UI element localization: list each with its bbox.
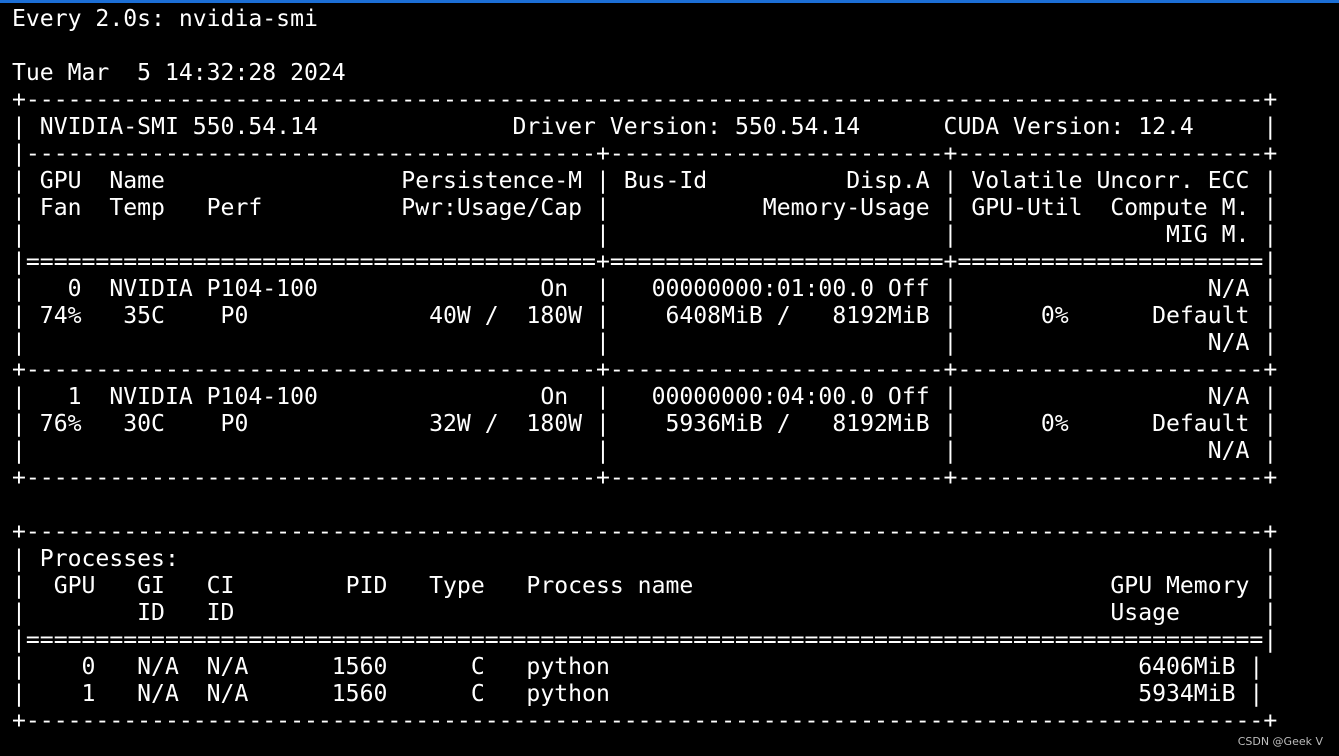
table-border-top: +---------------------------------------… <box>12 87 1278 113</box>
window-top-border <box>0 0 1339 3</box>
gpu-separator: +---------------------------------------… <box>12 357 1278 383</box>
gpu-header-row-2: | Fan Temp Perf Pwr:Usage/Cap | Memory-U… <box>12 195 1278 221</box>
processes-border-bottom: +---------------------------------------… <box>12 708 1278 734</box>
terminal-window[interactable]: Every 2.0s: nvidia-smi Tue Mar 5 14:32:28… <box>0 0 1339 756</box>
smi-version-row: | NVIDIA-SMI 550.54.14 Driver Version: 5… <box>12 114 1278 140</box>
gpu-header-separator: |=======================================… <box>12 249 1278 275</box>
process-row-gpu-0: | 0 N/A N/A 1560 C python 6406MiB | <box>12 654 1264 680</box>
gpu-header-row-3: | | | MIG M. | <box>12 222 1278 248</box>
terminal-line-watch-header: Every 2.0s: nvidia-smi <box>12 6 318 32</box>
gpu-0-row-1: | 0 NVIDIA P104-100 On | 00000000:01:00.… <box>12 276 1278 302</box>
gpu-table-border-bottom: +---------------------------------------… <box>12 465 1278 491</box>
process-row-gpu-1: | 1 N/A N/A 1560 C python 5934MiB | <box>12 681 1264 707</box>
gpu-0-row-3: | | | N/A | <box>12 330 1278 356</box>
processes-header-separator: |=======================================… <box>12 627 1278 653</box>
gpu-0-row-2: | 74% 35C P0 40W / 180W | 6408MiB / 8192… <box>12 303 1278 329</box>
csdn-watermark: CSDN @Geek V <box>1237 735 1323 748</box>
processes-header-row-2: | ID ID Usage | <box>12 600 1278 626</box>
processes-border-top: +---------------------------------------… <box>12 519 1278 545</box>
table-separator: |---------------------------------------… <box>12 141 1278 167</box>
terminal-line-timestamp: Tue Mar 5 14:32:28 2024 <box>12 60 346 86</box>
gpu-1-row-2: | 76% 30C P0 32W / 180W | 5936MiB / 8192… <box>12 411 1278 437</box>
processes-header-row-1: | GPU GI CI PID Type Process name GPU Me… <box>12 573 1278 599</box>
gpu-header-row-1: | GPU Name Persistence-M | Bus-Id Disp.A… <box>12 168 1278 194</box>
gpu-1-row-3: | | | N/A | <box>12 438 1278 464</box>
terminal-output: Every 2.0s: nvidia-smi Tue Mar 5 14:32:28… <box>12 6 1277 735</box>
processes-title-row: | Processes: | <box>12 546 1278 572</box>
gpu-1-row-1: | 1 NVIDIA P104-100 On | 00000000:04:00.… <box>12 384 1278 410</box>
